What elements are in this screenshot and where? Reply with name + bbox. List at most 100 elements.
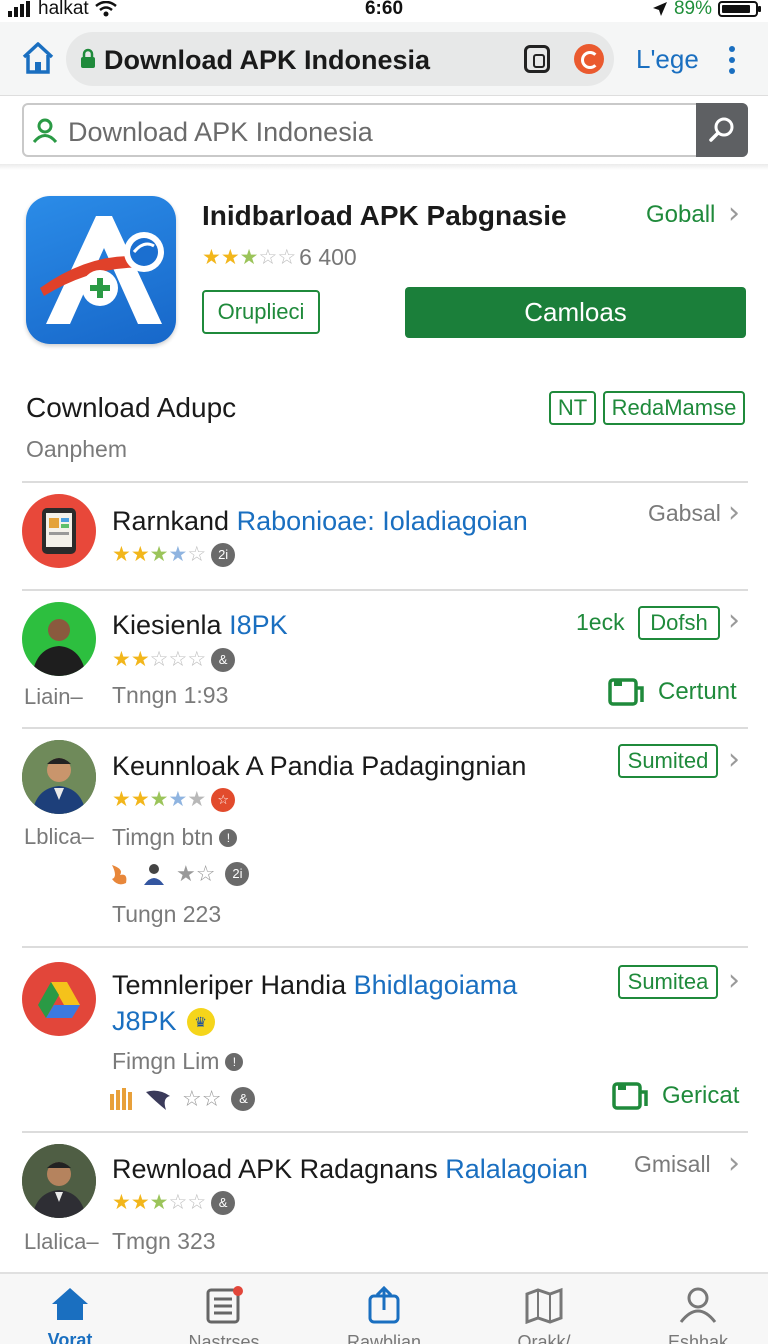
chevron-right-icon[interactable]: › (728, 603, 740, 638)
chevron-right-icon[interactable]: › (728, 196, 740, 231)
rating-stars: ★ ★ ★ ☆ ☆ (202, 245, 296, 270)
row-title[interactable]: Rewnload APK Radagnans Ralalagoian (112, 1154, 588, 1185)
star-icon: ★ (149, 1191, 169, 1214)
tab-label: Orakk/ (517, 1332, 571, 1344)
lege-link[interactable]: L'ege (636, 44, 699, 75)
section-subtitle: Oanphem (26, 436, 128, 462)
search-button[interactable] (696, 103, 748, 157)
bird-icon (146, 1090, 170, 1110)
row-meta-text: Timgn btn (112, 824, 214, 850)
search-icon (709, 117, 734, 142)
star-icon: ★ (149, 788, 169, 811)
star-icon: ☆ (168, 648, 187, 671)
chevron-right-icon[interactable]: › (728, 495, 740, 530)
tab-home[interactable]: Vorat (20, 1286, 120, 1344)
submitted-tag[interactable]: Sumitea (618, 965, 718, 999)
row-action[interactable]: Certunt (608, 676, 737, 708)
home-icon[interactable] (20, 40, 56, 76)
count-badge: 2i (211, 542, 236, 567)
tab-share[interactable]: Rawblian (334, 1286, 434, 1344)
search-input[interactable]: Download APK Indonesia (68, 117, 373, 148)
row-meta-text: Fimgn Lim (112, 1048, 220, 1074)
info-icon: ! (225, 1052, 244, 1071)
tab-label: Rawblian (346, 1332, 422, 1344)
share-icon (368, 1286, 400, 1324)
tabs-icon[interactable] (524, 45, 550, 73)
row-avatar[interactable] (22, 740, 96, 814)
star-icon: ★ (112, 1191, 131, 1214)
row-rating: ★ ★ ★ ☆ ☆ & (112, 1190, 236, 1215)
row-rating: ★ ★ ★ ★ ★ ☆ (112, 787, 236, 812)
row-avatar[interactable] (22, 602, 96, 676)
divider (22, 1131, 748, 1133)
chevron-right-icon[interactable]: › (728, 963, 740, 998)
row-right-tag[interactable]: Dofsh (638, 606, 720, 640)
battery-percent: 89% (673, 0, 712, 19)
battery-icon (718, 1, 761, 17)
browser-toolbar: Download APK Indonesia L'ege (0, 22, 768, 96)
star-icon: ☆ (258, 246, 277, 269)
person-avatar (22, 740, 96, 814)
location-arrow-icon (652, 2, 667, 16)
row-right-label[interactable]: Gabsal (648, 500, 721, 527)
row-avatar[interactable] (22, 1144, 96, 1218)
bottom-tab-bar: Vorat Nastrses Rawblian Orakk/ Eshhak (0, 1272, 768, 1344)
submitted-tag[interactable]: Sumited (618, 744, 718, 778)
star-icon: ★ (130, 543, 150, 566)
row-left-label: Lblica– (24, 824, 94, 849)
row-title[interactable]: Keunnloak A Pandia Padagingnian (112, 751, 526, 782)
star-icon: ★ (130, 788, 150, 811)
app-rating: ★ ★ ★ ☆ ☆ 6 400 (202, 244, 357, 271)
tag-more[interactable]: RedaMamse (603, 391, 745, 425)
extension-icon[interactable] (574, 44, 604, 74)
row-avatar[interactable] (22, 962, 96, 1036)
tag-nt[interactable]: NT (549, 391, 596, 425)
row-action[interactable]: Gericat (612, 1080, 739, 1112)
row-rating: ★ ★ ★ ★ ☆ 2i (112, 542, 236, 567)
row-right-label[interactable]: Gmisall (634, 1151, 711, 1178)
row-avatar[interactable] (22, 494, 96, 568)
row-extras: ★☆ 2i (108, 861, 250, 887)
download-button[interactable]: Camloas (405, 287, 746, 338)
star-icon: ★ (202, 246, 221, 269)
address-bar[interactable]: Download APK Indonesia (66, 32, 614, 86)
tab-news[interactable]: Nastrses (174, 1286, 274, 1344)
row-title[interactable]: Temnleriper Handia Bhidlagoiama (112, 970, 517, 1001)
star-icon: ☆ (187, 1191, 206, 1214)
more-menu-icon[interactable] (726, 46, 738, 76)
search-bar[interactable]: Download APK Indonesia (22, 103, 748, 157)
chevron-right-icon[interactable]: › (728, 742, 740, 777)
person-avatar (32, 619, 86, 676)
row-rating: ★ ★ ☆ ☆ ☆ & (112, 647, 236, 672)
tab-map[interactable]: Orakk/ (494, 1286, 594, 1344)
row-right-label[interactable]: 1eck (576, 609, 625, 636)
rating-stars: ★ ★ ☆ ☆ ☆ (112, 647, 206, 672)
row-title[interactable]: Kiesienla I8PK (112, 610, 288, 641)
person-avatar (22, 1144, 96, 1218)
divider (22, 589, 748, 591)
star-icon: ☆ (277, 246, 296, 269)
star-icon: ☆ (187, 543, 206, 566)
hand-icon (110, 1088, 132, 1110)
global-link[interactable]: Goball (646, 201, 715, 229)
star-icon: ☆ (187, 648, 206, 671)
chevron-right-icon[interactable]: › (728, 1146, 740, 1181)
rating-count: 6 400 (299, 244, 357, 270)
duplicate-button[interactable]: Oruplieci (202, 290, 320, 334)
star-icon: ★ (112, 788, 131, 811)
star-icon: ★ (112, 648, 131, 671)
divider (22, 727, 748, 729)
divider (22, 946, 748, 948)
app-icon[interactable] (26, 196, 176, 344)
rating-stars: ★ ★ ★ ☆ ☆ (112, 1190, 206, 1215)
row-title[interactable]: Rarnkand Rabonioae: Ioladiagoian (112, 506, 528, 537)
phone-app-icon (42, 508, 76, 554)
app-logo-icon (40, 216, 164, 324)
row-meta: Tnngn 1:93 (112, 682, 229, 708)
count-badge: 2i (225, 862, 250, 886)
app-title: Inidbarload APK Pabgnasie (202, 200, 567, 231)
tab-profile[interactable]: Eshhak (648, 1286, 748, 1344)
count-badge: & (211, 1190, 236, 1215)
map-icon (525, 1287, 563, 1324)
row-meta: Fimgn Lim ! (112, 1048, 244, 1075)
